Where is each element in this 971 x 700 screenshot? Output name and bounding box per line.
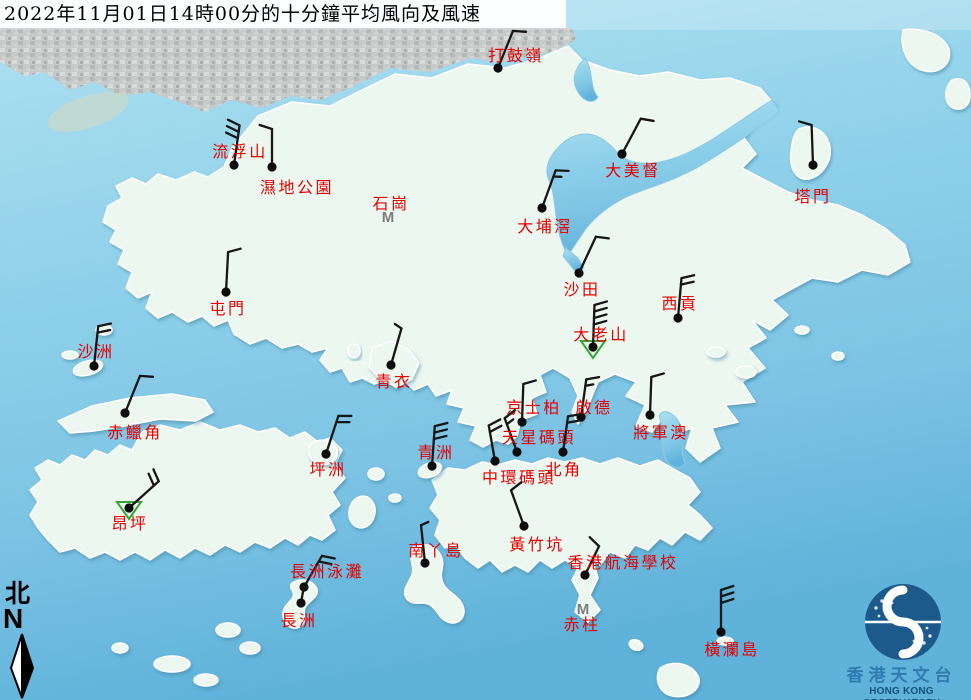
station-label: 南丫島 (408, 541, 464, 560)
hko-logo: 香港天文台 HONG KONG OBSERVATORY (832, 583, 971, 700)
station-label: 長洲 (280, 611, 317, 630)
station-label: 長洲泳灘 (290, 562, 364, 581)
station-label: 西貢 (661, 294, 698, 313)
station-label: 屯門 (209, 299, 246, 318)
wind-map-page: 打鼓嶺流浮山濕地公園M石崗大美督塔門大埔滘沙田屯門西貢沙洲大老山青衣赤鱲角京士柏… (0, 0, 971, 700)
station-label: 北角 (545, 460, 582, 479)
station-dot (558, 447, 567, 456)
station-label: 赤鱲角 (107, 423, 163, 442)
map-title: 2022年11月01日14時00分的十分鐘平均風向及風速 (0, 0, 566, 28)
hko-logo-icon (832, 583, 971, 661)
station-label: 青洲 (417, 443, 454, 462)
hko-logo-chinese: 香港天文台 (832, 667, 971, 686)
station-label: 橫瀾島 (704, 640, 760, 659)
station-dot (89, 361, 98, 370)
station-dot (519, 521, 528, 530)
station-dot (716, 627, 725, 636)
north-arrow-icon (2, 632, 42, 700)
station-dot (512, 447, 521, 456)
station-label: 坪洲 (309, 460, 346, 479)
station-label: 塔門 (794, 187, 831, 206)
wind-barb-shaft (812, 125, 813, 165)
station-label: 打鼓嶺 (488, 46, 544, 65)
station-dot (574, 268, 583, 277)
compass-north-letter: N (3, 606, 46, 632)
land-ma-wan (348, 344, 360, 358)
station-label: 赤柱 (563, 615, 600, 634)
map-canvas: 打鼓嶺流浮山濕地公園M石崗大美督塔門大埔滘沙田屯門西貢沙洲大老山青衣赤鱲角京士柏… (0, 0, 971, 700)
station-dot (673, 313, 682, 322)
wind-barb-tick (585, 384, 593, 385)
station-dot (386, 360, 395, 369)
station-dot (617, 149, 626, 158)
station-dot (229, 160, 238, 169)
station-label: 沙田 (563, 280, 600, 299)
north-compass: 北 N (2, 581, 46, 700)
station-dot (296, 598, 305, 607)
station-dot (427, 461, 436, 470)
wind-barb-shaft (650, 377, 651, 415)
wind-barb-tick (140, 376, 153, 377)
station-label: 石崗 (372, 194, 409, 213)
station-label: 將軍澳 (633, 423, 689, 442)
station-dot (537, 203, 546, 212)
station-dot (645, 410, 654, 419)
station-dot (517, 417, 526, 426)
station-label: 大埔滘 (517, 217, 573, 236)
station-dot (490, 456, 499, 465)
station-dot (321, 449, 330, 458)
station-dot (120, 408, 129, 417)
station-label: 昂坪 (111, 514, 148, 533)
wind-barb-tick (513, 31, 526, 32)
station-label: 流浮山 (212, 142, 268, 161)
hko-logo-english: HONG KONG OBSERVATORY (832, 686, 971, 700)
station-dot (124, 503, 133, 512)
station-dot (267, 162, 276, 171)
station-label: 香港航海學校 (567, 553, 678, 572)
station-label: 大美督 (605, 161, 661, 180)
station-label: 京士柏 (506, 398, 562, 417)
station-dot (808, 160, 817, 169)
station-label: 沙洲 (77, 342, 114, 361)
station-label: 青衣 (375, 372, 412, 391)
station-dot (221, 287, 230, 296)
station-label: 濕地公園 (260, 178, 334, 197)
station-label: 大老山 (573, 325, 629, 344)
station-label: 黃竹坑 (509, 535, 565, 554)
wind-barb-tick (596, 237, 609, 239)
